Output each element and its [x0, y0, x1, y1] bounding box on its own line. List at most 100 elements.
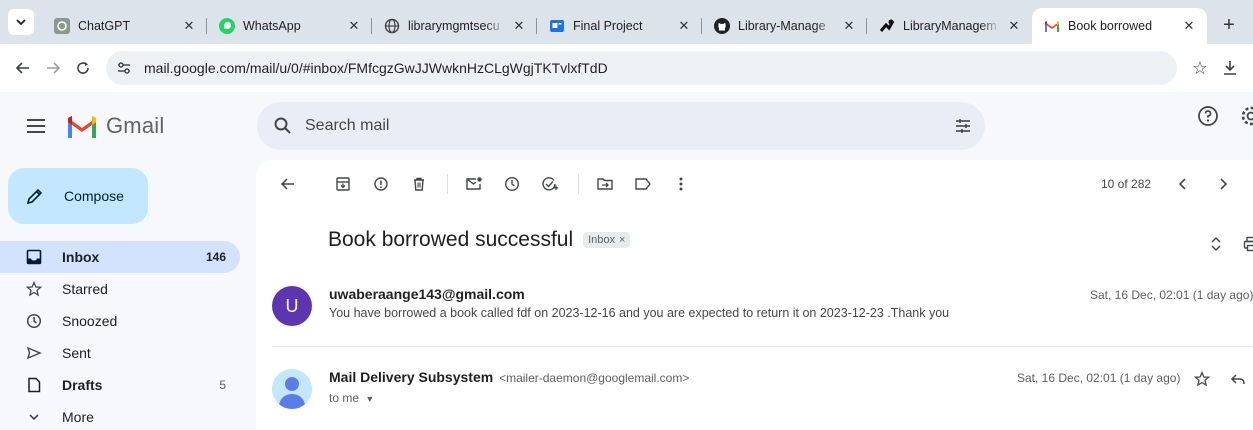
- gear-icon[interactable]: [1239, 104, 1253, 128]
- close-icon[interactable]: ✕: [841, 18, 857, 34]
- arrow-left-icon: [280, 178, 294, 190]
- remove-label-icon[interactable]: ×: [619, 234, 625, 246]
- unread-count: 146: [205, 250, 226, 264]
- pagination-count: 10 of 282: [1101, 177, 1152, 191]
- browser-tab-final-project[interactable]: Final Project ✕: [537, 8, 702, 44]
- star-icon: [24, 279, 44, 299]
- help-icon[interactable]: [1196, 104, 1220, 128]
- bookmark-star-button[interactable]: ☆: [1185, 53, 1215, 83]
- browser-tab-gmail[interactable]: Book borrowed ✕: [1032, 8, 1207, 44]
- browser-tab-librarymgmt[interactable]: librarymgmtsecu ✕: [372, 8, 537, 44]
- avatar[interactable]: [272, 369, 312, 409]
- github-icon: [714, 18, 730, 34]
- star-message-button[interactable]: [1190, 367, 1214, 391]
- reload-icon: [77, 62, 89, 74]
- inbox-icon: [24, 247, 44, 267]
- close-icon[interactable]: ✕: [346, 18, 362, 34]
- browser-tab-chatgpt[interactable]: ChatGPT ✕: [42, 8, 207, 44]
- print-icon: [1243, 236, 1253, 252]
- forward-button[interactable]: [38, 53, 68, 83]
- main-menu-button[interactable]: [12, 102, 60, 150]
- gmail-icon: [1044, 18, 1060, 34]
- move-to-button[interactable]: [587, 166, 623, 202]
- new-tab-button[interactable]: +: [1215, 11, 1243, 39]
- tab-search-button[interactable]: [8, 9, 34, 35]
- compose-button[interactable]: Compose: [8, 168, 148, 224]
- browser-tab-librarymanagement[interactable]: LibraryManagem ✕: [867, 8, 1032, 44]
- archive-button[interactable]: [325, 166, 361, 202]
- toolbar-separator: [578, 174, 579, 194]
- arrow-left-icon: [15, 62, 29, 74]
- close-icon[interactable]: ✕: [1181, 18, 1197, 34]
- reply-button[interactable]: [1226, 367, 1250, 391]
- toolbar-separator: [447, 174, 448, 194]
- browser-tab-github[interactable]: Library-Manage ✕: [702, 8, 867, 44]
- search-icon[interactable]: [273, 116, 293, 136]
- labels-button[interactable]: [625, 166, 661, 202]
- tab-title: Final Project: [573, 19, 643, 33]
- report-spam-button[interactable]: [363, 166, 399, 202]
- sidebar-item-snoozed[interactable]: Snoozed: [0, 305, 240, 337]
- label-chip-inbox[interactable]: Inbox ×: [583, 232, 631, 248]
- draft-count: 5: [219, 378, 226, 392]
- more-options-button[interactable]: [663, 166, 699, 202]
- subject-row: Book borrowed successful Inbox ×: [328, 228, 631, 252]
- mark-unread-icon: [466, 177, 482, 190]
- sidebar-item-sent[interactable]: Sent: [0, 337, 240, 369]
- email-subject: Book borrowed successful: [328, 228, 574, 251]
- send-icon: [24, 343, 44, 363]
- reload-button[interactable]: [68, 53, 98, 83]
- search-input[interactable]: Search mail: [305, 117, 953, 135]
- sender-name[interactable]: uwaberaange143@gmail.com: [329, 286, 525, 302]
- mark-unread-button[interactable]: [456, 166, 492, 202]
- clock-icon: [504, 176, 520, 192]
- close-icon[interactable]: ✕: [511, 18, 527, 34]
- app-icon: [879, 18, 895, 34]
- browser-tab-strip: ChatGPT ✕ WhatsApp ✕ librarymgmtsecu ✕ F…: [0, 0, 1253, 44]
- add-to-tasks-button[interactable]: [532, 166, 568, 202]
- sidebar-item-inbox[interactable]: Inbox 146: [0, 241, 240, 273]
- message-date: Sat, 16 Dec, 02:01 (1 day ago): [1090, 288, 1253, 302]
- delete-button[interactable]: [401, 166, 437, 202]
- tab-title: Book borrowed: [1068, 19, 1153, 33]
- older-button[interactable]: [1205, 172, 1241, 196]
- tab-title: librarymgmtsecu: [408, 19, 500, 33]
- snooze-button[interactable]: [494, 166, 530, 202]
- close-icon[interactable]: ✕: [1006, 18, 1022, 34]
- recipient-details[interactable]: to me ▼: [329, 391, 374, 405]
- search-bar[interactable]: Search mail: [257, 102, 985, 150]
- sender-line[interactable]: Mail Delivery Subsystem <mailer-daemon@g…: [329, 369, 689, 385]
- caret-down-icon[interactable]: ▼: [365, 394, 374, 404]
- gmail-logo-text: Gmail: [106, 113, 165, 138]
- add-task-icon: [542, 177, 559, 191]
- chevron-down-icon: [24, 407, 44, 427]
- sidebar-item-label: More: [62, 409, 94, 425]
- close-icon[interactable]: ✕: [676, 18, 692, 34]
- print-button[interactable]: [1234, 232, 1253, 256]
- tab-title: Library-Manage: [738, 19, 826, 33]
- back-to-inbox-button[interactable]: [270, 166, 306, 202]
- gmail-logo[interactable]: Gmail: [66, 113, 164, 139]
- star-icon: ☆: [1191, 57, 1209, 78]
- close-icon[interactable]: ✕: [181, 18, 197, 34]
- download-button[interactable]: [1215, 53, 1245, 83]
- download-icon: [1224, 61, 1236, 75]
- back-button[interactable]: [8, 53, 38, 83]
- sidebar-item-label: Drafts: [62, 377, 103, 393]
- site-info-icon[interactable]: [116, 60, 136, 76]
- sidebar-nav: Inbox 146 Starred Snoozed Sent Drafts 5 …: [0, 241, 240, 430]
- url-bar[interactable]: mail.google.com/mail/u/0/#inbox/FMfcgzGw…: [106, 51, 1177, 85]
- newer-button[interactable]: [1165, 172, 1201, 196]
- sidebar-item-drafts[interactable]: Drafts 5: [0, 369, 240, 401]
- chevron-left-icon: [1178, 178, 1186, 190]
- sender-name: Mail Delivery Subsystem: [329, 369, 494, 385]
- url-text: mail.google.com/mail/u/0/#inbox/FMfcgzGw…: [144, 60, 608, 76]
- search-options-icon[interactable]: [953, 116, 973, 136]
- sidebar-item-more[interactable]: More: [0, 401, 240, 430]
- chatgpt-icon: [54, 18, 70, 34]
- expand-all-button[interactable]: [1198, 232, 1234, 256]
- avatar[interactable]: U: [272, 286, 312, 326]
- tab-title: WhatsApp: [243, 19, 301, 33]
- browser-tab-whatsapp[interactable]: WhatsApp ✕: [207, 8, 372, 44]
- sidebar-item-starred[interactable]: Starred: [0, 273, 240, 305]
